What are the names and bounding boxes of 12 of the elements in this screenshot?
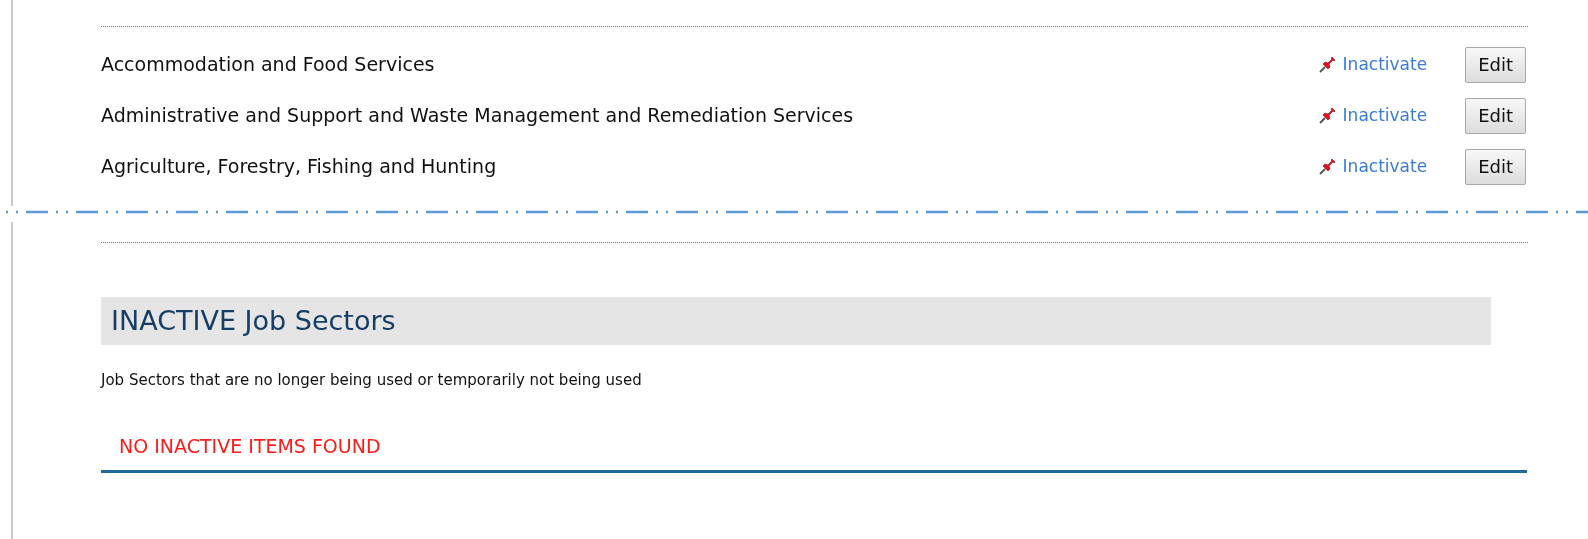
sector-name: Accommodation and Food Services [101,52,436,78]
inactivate-link[interactable]: Inactivate [1342,102,1428,129]
edit-button[interactable]: Edit [1465,46,1526,83]
section-title: INACTIVE Job Sectors [111,303,396,338]
edit-button[interactable]: Edit [1465,97,1526,134]
section-description: Job Sectors that are no longer being used or temporarily not being used [101,370,643,391]
sector-name: Administrative and Support and Waste Management and Remediation Services [101,103,855,129]
sector-name: Agriculture, Forestry, Fishing and Hunting [101,154,498,180]
empty-message: NO INACTIVE ITEMS FOUND [119,434,381,457]
inactivate-link[interactable]: Inactivate [1342,153,1428,180]
inactivate-link[interactable]: Inactivate [1342,51,1428,78]
edit-button[interactable]: Edit [1465,148,1526,185]
